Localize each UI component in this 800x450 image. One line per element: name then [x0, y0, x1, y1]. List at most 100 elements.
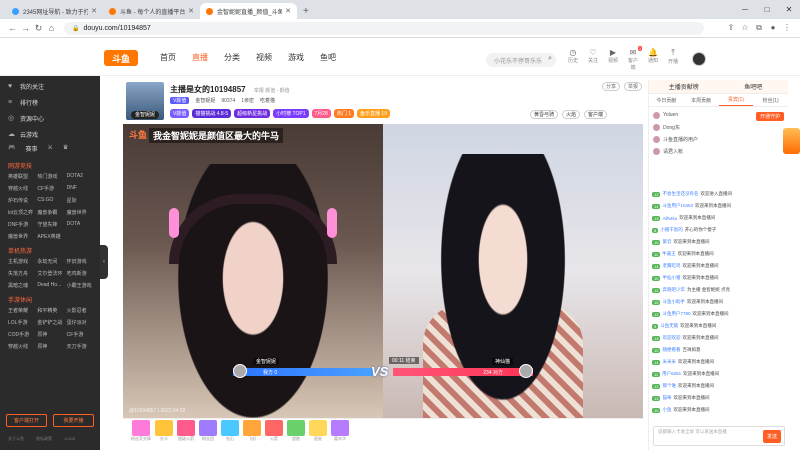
category-link[interactable]: 魔兽世界	[67, 209, 96, 216]
room-action-button[interactable]: 举报	[623, 82, 642, 91]
rank-row[interactable]: 请君入帐	[653, 145, 784, 157]
chat-username[interactable]: 不会生活还没有名	[662, 191, 698, 197]
chat-username[interactable]: 米米米	[662, 359, 676, 365]
chat-username[interactable]: 欢迎欢迎	[662, 335, 680, 341]
chat-username[interactable]: 斗鱼小助手	[662, 299, 685, 305]
room-action2-button[interactable]: 火焰	[562, 110, 581, 119]
client-open-button[interactable]: 客户端打开	[6, 414, 47, 427]
sidebar-collapse-handle[interactable]: ‹	[100, 245, 108, 279]
nav-item[interactable]: 首页	[160, 52, 176, 63]
gift-item[interactable]: 超跑	[287, 419, 305, 442]
follow-icon[interactable]: ♡ 关注	[586, 48, 600, 71]
chat-username[interactable]: 小猪干饭的	[660, 227, 683, 233]
contribution-tab[interactable]: 今日贡献	[649, 94, 684, 106]
category-link[interactable]: DNF手游	[8, 221, 37, 228]
category-link[interactable]: 和平精英	[37, 307, 66, 314]
tab-close-icon[interactable]: ✕	[188, 7, 194, 15]
send-button[interactable]: 发送	[763, 430, 781, 443]
gift-item[interactable]: 钻石	[221, 419, 239, 442]
category-link[interactable]: 黑暗之魂	[8, 282, 37, 289]
home-icon[interactable]: ⌂	[45, 23, 58, 33]
history-icon[interactable]: ◷ 历史	[566, 48, 580, 71]
open-guard-button[interactable]: 开通守护	[755, 112, 784, 121]
trophy-icon[interactable]: ♛	[63, 144, 68, 153]
user-avatar[interactable]	[692, 52, 706, 66]
room-action2-button[interactable]: 客户端	[584, 110, 608, 119]
notification-icon[interactable]: 🔔 通知	[646, 48, 660, 71]
promo-banner[interactable]	[783, 128, 800, 154]
category-chip[interactable]: V颜值	[170, 97, 190, 104]
close-window-icon[interactable]: ✕	[778, 0, 800, 18]
room-tag[interactable]: 小时榜 TOP1	[273, 109, 309, 118]
category-link[interactable]: DNF	[67, 185, 96, 192]
chat-username[interactable]: 紫云	[662, 239, 671, 245]
chat-username[interactable]: 小鱼	[662, 407, 671, 413]
chat-username[interactable]: 斗鱼用户10453	[662, 203, 693, 209]
contribution-tab[interactable]: 本周贡献	[684, 94, 719, 106]
contribution-tab[interactable]: 贵宾(1)	[718, 94, 754, 106]
category-link[interactable]: 守望先锋	[37, 221, 66, 228]
room-tag[interactable]: 热门 1	[333, 109, 355, 118]
rank-row[interactable]: Dong东	[653, 121, 784, 133]
share-icon[interactable]: ⇪	[724, 23, 738, 33]
category-link[interactable]: 炉石传说	[8, 197, 37, 204]
gift-item[interactable]: 星星	[309, 419, 327, 442]
footer-link[interactable]: 关于斗鱼	[8, 436, 24, 442]
star-icon[interactable]: ☆	[738, 23, 752, 33]
nav-item[interactable]: 直播	[192, 52, 208, 63]
search-icon[interactable]: ⌕	[548, 55, 552, 63]
room-action2-button[interactable]: 黄昏弓骑	[530, 110, 559, 119]
category-link[interactable]: APEX英雄	[37, 233, 66, 240]
douyu-logo[interactable]: 斗鱼	[104, 50, 138, 66]
url-field[interactable]: 🔒 douyu.com/10194857	[64, 21, 704, 35]
room-tag[interactable]: 超级新星挑战	[234, 109, 271, 118]
category-link[interactable]: 吃鸡新游	[67, 270, 96, 277]
contribution-tab[interactable]: 粉丝(1)	[753, 94, 788, 106]
chat-username[interactable]: 半仙小猪	[662, 275, 680, 281]
message-icon[interactable]: ✉ 客户端 3	[626, 46, 642, 71]
footer-link[interactable]: 12345	[64, 436, 75, 442]
gift-item[interactable]: 粉丝团	[199, 419, 217, 442]
category-link[interactable]: 火影忍者	[67, 307, 96, 314]
category-link[interactable]	[67, 233, 96, 240]
browser-tab[interactable]: 斗鱼 - 每个人的直播平台 ✕	[103, 3, 200, 19]
category-link[interactable]: CS:GO	[37, 197, 66, 204]
nav-item[interactable]: 视频	[256, 52, 272, 63]
chat-username[interactable]: 猫咪	[662, 395, 671, 401]
video-icon[interactable]: ▶ 视频	[606, 48, 620, 71]
category-link[interactable]: 英雄联盟	[8, 173, 37, 180]
tab-close-icon[interactable]: ✕	[91, 7, 97, 15]
nav-item[interactable]: 分类	[224, 52, 240, 63]
start-live-button[interactable]: 我要开播	[53, 414, 94, 427]
streamer-avatar[interactable]: 金智妮妮	[126, 82, 164, 120]
menu-icon[interactable]: ⋮	[780, 23, 794, 33]
category-link[interactable]: COD手游	[8, 331, 37, 338]
category-link[interactable]: 原神	[37, 331, 66, 338]
category-link[interactable]: 热门游戏	[37, 173, 66, 180]
chat-input[interactable]: 说都输入卡发全屏 可以发送本直播 发送	[653, 426, 785, 446]
category-link[interactable]: 怀旧游戏	[67, 258, 96, 265]
reload-icon[interactable]: ↻	[32, 23, 45, 34]
category-link[interactable]: Dead Ho...	[37, 282, 66, 289]
room-tag[interactable]: 猫猫挑战 4.8-5	[192, 109, 232, 118]
category-link[interactable]: CF手游	[67, 331, 96, 338]
chat-username[interactable]: 斗鱼无敌	[660, 323, 678, 329]
new-tab-button[interactable]: +	[297, 6, 315, 19]
category-link[interactable]: 星际	[67, 197, 96, 204]
room-tag[interactable]: 7月28	[311, 109, 331, 118]
browser-tab[interactable]: 2345网址导航 - 致力于打造百✕	[6, 3, 103, 19]
category-link[interactable]: 天刀手游	[67, 343, 96, 350]
category-link[interactable]: 蛋仔派对	[67, 319, 96, 326]
chat-username[interactable]: 老鹰吃鸡	[662, 263, 680, 269]
room-action-button[interactable]: 分享	[601, 82, 620, 91]
chat-username[interactable]: Allh4ku	[662, 216, 677, 221]
category-link[interactable]: DOTA2	[67, 173, 96, 180]
game-pad-icon[interactable]: 🎮	[8, 144, 15, 153]
sidebar-item[interactable]: ☁ 云游戏	[0, 126, 100, 142]
pk-avatar-right[interactable]	[519, 364, 533, 378]
chat-username[interactable]: 随便看看	[662, 347, 680, 353]
category-link[interactable]: DOTA	[67, 221, 96, 228]
category-link[interactable]: CF手游	[37, 185, 66, 192]
category-link[interactable]: 失落方舟	[8, 270, 37, 277]
gift-item[interactable]: 飞机	[243, 419, 261, 442]
